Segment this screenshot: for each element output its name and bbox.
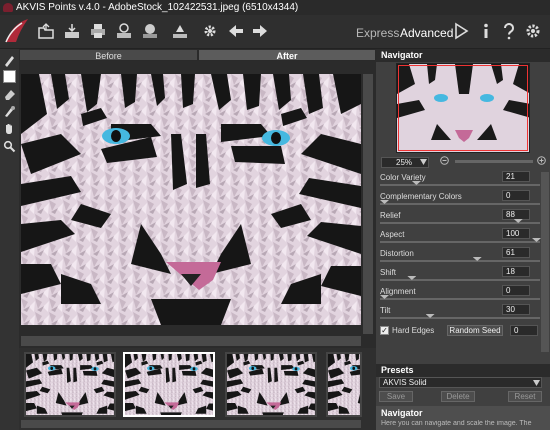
param-row: Distortion 61 xyxy=(380,247,540,263)
canvas-vertical-scrollbar[interactable] xyxy=(363,74,373,334)
chevron-down-icon xyxy=(420,159,427,165)
param-label: Alignment xyxy=(380,287,416,296)
zoom-icon[interactable] xyxy=(3,140,16,153)
presets-header: Presets xyxy=(376,364,550,377)
param-label: Shift xyxy=(380,268,397,277)
view-tabs: Before After xyxy=(19,49,376,61)
param-row: Shift 18 xyxy=(380,266,540,282)
chevron-down-icon xyxy=(533,380,540,386)
zoom-in-icon[interactable] xyxy=(537,156,546,165)
param-row: Aspect 100 xyxy=(380,228,541,244)
param-label: Complementary Colors xyxy=(380,192,462,201)
undo-icon[interactable] xyxy=(226,21,246,41)
param-row: Complementary Colors 0 xyxy=(380,190,540,206)
param-value-field[interactable]: 18 xyxy=(502,266,530,277)
reset-preset-button[interactable]: Reset xyxy=(508,391,542,402)
tab-after[interactable]: After xyxy=(198,49,376,61)
info-icon[interactable] xyxy=(476,21,496,41)
tab-before[interactable]: Before xyxy=(19,49,198,61)
eraser-icon[interactable] xyxy=(3,88,16,101)
param-value-field[interactable]: 100 xyxy=(502,228,530,239)
param-slider[interactable] xyxy=(380,184,540,186)
run-icon[interactable] xyxy=(451,21,471,41)
title-bar: AKVIS Points v.4.0 - AdobeStock_10242253… xyxy=(0,0,550,15)
param-slider[interactable] xyxy=(380,260,540,262)
akvis-logo-icon xyxy=(5,19,28,43)
canvas-horizontal-scrollbar[interactable] xyxy=(21,336,361,346)
history-brush-icon[interactable] xyxy=(3,105,16,118)
param-label: Color Variety xyxy=(380,173,426,182)
navigator-header: Navigator xyxy=(376,49,550,62)
param-value-field[interactable]: 21 xyxy=(502,171,530,182)
open-icon[interactable] xyxy=(36,21,56,41)
param-row: Color Variety 21 xyxy=(380,171,540,187)
delete-preset-button[interactable]: Delete xyxy=(441,391,475,402)
random-seed-button[interactable]: Random Seed xyxy=(447,325,503,336)
param-label: Distortion xyxy=(380,249,414,258)
param-value-field[interactable]: 30 xyxy=(502,304,530,315)
param-value-field[interactable]: 0 xyxy=(502,285,530,296)
param-row: Relief 88 xyxy=(380,209,540,225)
zoom-slider[interactable] xyxy=(455,160,533,163)
param-row: Alignment 0 xyxy=(380,285,540,301)
thumbnail-image xyxy=(125,354,213,415)
mode-advanced[interactable]: Advanced xyxy=(400,26,453,40)
thumbnail-3[interactable] xyxy=(225,352,317,417)
hand-icon[interactable] xyxy=(3,122,16,135)
thumbnail-image xyxy=(227,354,315,415)
image-canvas[interactable] xyxy=(21,74,361,325)
param-slider[interactable] xyxy=(380,222,540,224)
brush-icon[interactable] xyxy=(3,54,16,67)
before-after-icon[interactable] xyxy=(170,21,190,41)
save-icon[interactable] xyxy=(62,21,82,41)
hard-edges-checkbox[interactable]: ✓ xyxy=(380,326,389,335)
thumbnail-2[interactable] xyxy=(123,352,215,417)
param-slider[interactable] xyxy=(380,317,540,319)
share-icon[interactable] xyxy=(114,21,134,41)
param-slider[interactable] xyxy=(380,241,540,243)
param-slider[interactable] xyxy=(380,203,540,205)
thumbnail-image xyxy=(328,354,360,415)
random-seed-field[interactable]: 0 xyxy=(510,325,538,336)
param-label: Tilt xyxy=(380,306,391,315)
parameters-scrollbar[interactable] xyxy=(541,172,549,352)
help-text: Here you can navigate and scale the imag… xyxy=(381,420,532,427)
color-swatch[interactable] xyxy=(3,70,16,83)
thumbnail-4[interactable] xyxy=(326,352,362,417)
settings-icon[interactable] xyxy=(523,21,543,41)
navigator-viewport-frame[interactable] xyxy=(398,65,528,151)
help-title: Navigator xyxy=(381,408,423,418)
param-slider[interactable] xyxy=(380,279,540,281)
param-label: Aspect xyxy=(380,230,405,239)
redo-icon[interactable] xyxy=(250,21,270,41)
mode-express[interactable]: Express xyxy=(356,26,399,40)
tiger-image xyxy=(21,74,361,325)
hard-edges-label: Hard Edges xyxy=(392,326,435,335)
save-preset-button[interactable]: Save xyxy=(379,391,413,402)
app-window: AKVIS Points v.4.0 - AdobeStock_10242253… xyxy=(0,0,550,430)
help-icon[interactable] xyxy=(499,21,519,41)
window-title: AKVIS Points v.4.0 - AdobeStock_10242253… xyxy=(16,2,299,13)
preset-select[interactable]: AKVIS Solid xyxy=(379,377,542,388)
param-value-field[interactable]: 61 xyxy=(502,247,530,258)
print-icon[interactable] xyxy=(88,21,108,41)
param-value-field[interactable]: 88 xyxy=(502,209,530,220)
thumbnail-scrollbar[interactable] xyxy=(21,420,361,428)
thumbnail-1[interactable] xyxy=(24,352,116,417)
param-value-field[interactable]: 0 xyxy=(502,190,530,201)
preferences-icon[interactable] xyxy=(200,21,220,41)
param-slider[interactable] xyxy=(380,298,540,300)
thumbnail-image xyxy=(26,354,114,415)
batch-icon[interactable] xyxy=(140,21,160,41)
zoom-out-icon[interactable] xyxy=(440,156,449,165)
param-label: Relief xyxy=(380,211,401,220)
param-row: Tilt 30 xyxy=(380,304,540,320)
app-icon xyxy=(3,3,13,12)
